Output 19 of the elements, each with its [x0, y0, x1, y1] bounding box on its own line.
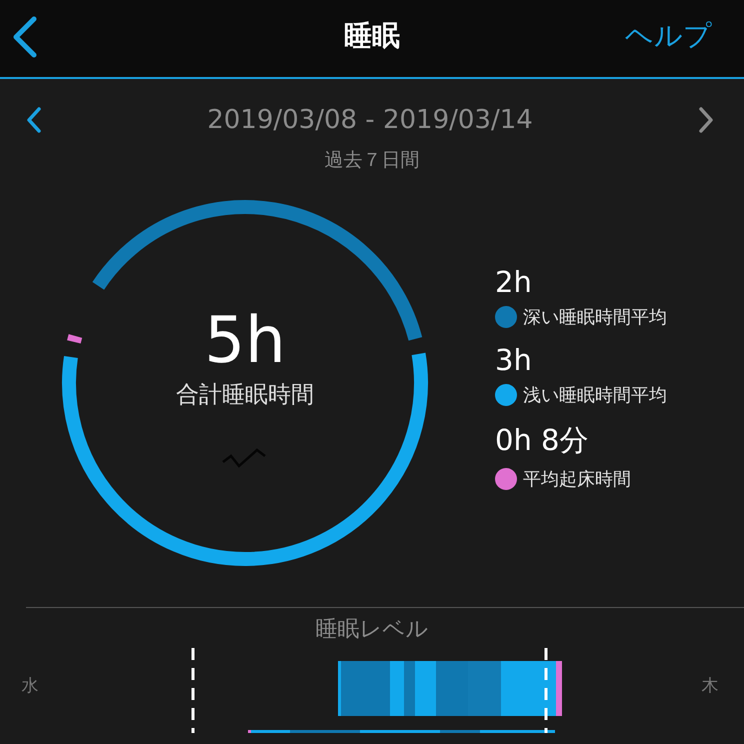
ring-segment — [67, 334, 82, 344]
help-button[interactable]: ヘルプ — [625, 16, 712, 54]
previous-icon[interactable] — [26, 107, 42, 133]
average-value: 2h — [495, 265, 533, 299]
average-value: 0h 8分 — [495, 422, 590, 459]
back-icon[interactable] — [12, 16, 38, 58]
legend-label: 平均起床時間 — [523, 468, 631, 491]
next-icon[interactable] — [698, 107, 714, 133]
day-label: 木 — [700, 675, 720, 697]
day-label: 水 — [20, 675, 40, 697]
date-range: 2019/03/08 - 2019/03/14 — [207, 105, 533, 135]
total-label: 合計睡眠時間 — [176, 381, 314, 410]
average-value: 3h — [495, 343, 533, 377]
section-title: 睡眠レベル — [314, 616, 430, 644]
legend-label: 浅い睡眠時間平均 — [523, 384, 667, 407]
legend-label: 深い睡眠時間平均 — [523, 306, 667, 329]
period-label: 過去７日間 — [324, 148, 420, 173]
total-hours: 5h — [204, 303, 286, 379]
screen-title: 睡眠 — [344, 18, 400, 54]
